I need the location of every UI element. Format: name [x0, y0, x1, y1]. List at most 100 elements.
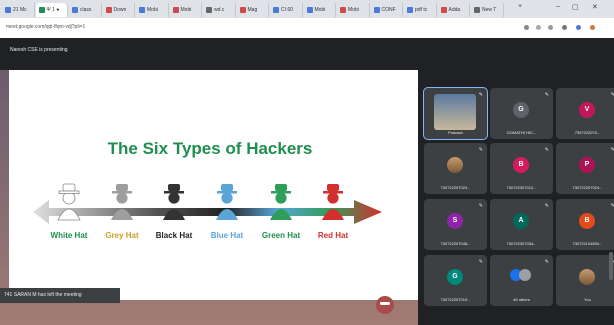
participant-tile[interactable]: ✎ Prakash	[423, 87, 488, 140]
tab-favicon-icon	[206, 7, 212, 13]
hacker-label: White Hat	[51, 231, 88, 240]
extension-icon[interactable]	[536, 25, 541, 30]
tab-favicon-icon	[139, 7, 145, 13]
browser-tab[interactable]: Mobi	[304, 3, 336, 17]
participant-avatar: V	[579, 102, 595, 118]
mic-muted-icon: ✎	[544, 92, 549, 98]
tab-label: pdf tc	[415, 7, 428, 13]
tab-label: Mobi	[314, 7, 326, 13]
hacker-label: Grey Hat	[105, 231, 139, 240]
tab-label: Mobi	[147, 7, 158, 13]
browser-tab[interactable]: pdf tc	[404, 3, 437, 17]
slide-title: The Six Types of Hackers	[107, 139, 313, 158]
end-call-icon	[380, 302, 390, 305]
leave-call-button[interactable]	[376, 296, 394, 314]
browser-tab[interactable]: Mag	[237, 3, 269, 17]
maximize-icon[interactable]: ▢	[572, 3, 579, 11]
browser-tab[interactable]: Adda	[438, 3, 470, 17]
presenting-label: Naresh CSE is presenting	[10, 47, 68, 53]
notification-toast: 741 SARAN M has left the meeting	[0, 288, 120, 303]
participant-name: 46 others	[513, 297, 530, 302]
participant-name: You	[584, 297, 591, 302]
browser-tab[interactable]: wd.c	[203, 3, 236, 17]
close-icon[interactable]: ✕	[592, 3, 598, 11]
tab-label: Mobi	[180, 7, 192, 13]
participant-name: 730722207012...	[506, 185, 537, 190]
participant-tile[interactable]: ✎ 730722207024...	[424, 143, 487, 194]
browser-tab[interactable]: CI 60	[270, 3, 303, 17]
browser-tab[interactable]: Mobi	[337, 3, 370, 17]
participant-tile[interactable]: G ✎ 730722207019...	[424, 255, 487, 306]
mic-muted-icon: ✎	[478, 147, 483, 153]
participant-avatar: B	[579, 213, 595, 229]
minimize-icon[interactable]: –	[556, 3, 560, 10]
tab-label: CI 60	[281, 7, 293, 13]
address-bar[interactable]: meet.google.com/qqi-ffqm-vdj?pli=1	[0, 18, 614, 39]
tab-favicon-icon	[373, 7, 380, 13]
participant-name: 730722207034...	[506, 241, 537, 246]
participant-name: 730721104804...	[572, 241, 603, 246]
extension-icon[interactable]	[548, 25, 553, 30]
tab-label: Mag	[247, 7, 258, 13]
tab-favicon-icon	[239, 7, 246, 13]
browser-tab[interactable]: Down	[103, 3, 135, 17]
browser-tab[interactable]: 21 Mc	[2, 3, 35, 17]
hacker-label: Black Hat	[156, 231, 193, 240]
participant-tile[interactable]: ✎ 46 others	[490, 255, 553, 306]
participant-avatar: G	[447, 269, 463, 285]
tab-favicon-icon	[105, 7, 112, 13]
participant-photo	[447, 157, 463, 173]
profile-avatar[interactable]	[590, 25, 595, 30]
tab-favicon-icon	[38, 7, 45, 13]
participant-name: 730722207048...	[440, 241, 471, 246]
browser-tab[interactable]: Mobi	[136, 3, 169, 17]
browser-tab[interactable]: Mobi	[170, 3, 202, 17]
participant-name: 730722207024...	[572, 185, 603, 190]
participant-tile[interactable]: B ✎ 730722207012...	[490, 143, 553, 194]
participant-tile[interactable]: ✎You	[556, 255, 614, 306]
participant-tile[interactable]: S ✎ 730722207048...	[424, 199, 487, 250]
participants-scrollbar[interactable]	[609, 252, 613, 280]
hacker-label: Red Hat	[318, 231, 349, 240]
tab-favicon-icon	[306, 7, 313, 13]
tab-label: CONF	[381, 7, 396, 13]
browser-tab[interactable]: Ψ 1 ●	[35, 3, 68, 17]
url-text[interactable]: meet.google.com/qqi-ffqm-vdj?pli=1	[6, 24, 85, 30]
hacker-label: Green Hat	[262, 231, 301, 240]
tab-favicon-icon	[407, 7, 413, 13]
mic-muted-icon: ✎	[544, 259, 549, 265]
extension-icon[interactable]	[576, 25, 581, 30]
participant-tile[interactable]: V ✎ 7307222070...	[556, 88, 614, 139]
participant-tile[interactable]: P ✎ 730722207024...	[556, 143, 614, 194]
slide-graphic: White Hat Grey Hat Black Hat Blue Hat Green …	[33, 183, 382, 240]
tab-label: wd.c	[214, 7, 225, 13]
browser-tab[interactable]: class	[69, 3, 102, 17]
extension-icon[interactable]	[562, 25, 567, 30]
tab-label: Adda	[448, 7, 461, 13]
tab-label: 21 Mc	[13, 7, 27, 13]
others-avatar	[519, 269, 531, 281]
tab-favicon-icon	[440, 7, 447, 13]
tab-label: Down	[113, 7, 127, 13]
tab-label: New T	[482, 7, 497, 13]
browser-tab[interactable]: CONF	[371, 3, 403, 17]
participant-tile[interactable]: A ✎ 730722207034...	[490, 199, 553, 250]
participant-avatar: A	[513, 213, 529, 229]
participant-photo	[579, 269, 595, 285]
tab-favicon-icon	[273, 7, 279, 13]
participant-tile[interactable]: G ✎ GOMATHI HIC...	[490, 88, 553, 139]
participant-avatar: B	[513, 157, 529, 173]
tab-label: Mobi	[348, 7, 359, 13]
tab-label: Ψ 1 ●	[46, 7, 60, 13]
participant-name: 730722207024...	[440, 185, 471, 190]
participant-name: 7307222070...	[574, 130, 601, 135]
extension-icon[interactable]	[524, 25, 529, 30]
tab-favicon-icon	[72, 7, 78, 13]
mic-muted-icon: ✎	[544, 147, 549, 153]
participant-tile[interactable]: B ✎ 730721104804...	[556, 199, 614, 250]
browser-tab[interactable]: New T	[471, 3, 504, 17]
new-tab-button[interactable]: +	[518, 3, 522, 10]
tab-label: class	[80, 7, 92, 13]
participant-name: 730722207019...	[440, 297, 471, 302]
mic-muted-icon: ✎	[544, 203, 549, 209]
